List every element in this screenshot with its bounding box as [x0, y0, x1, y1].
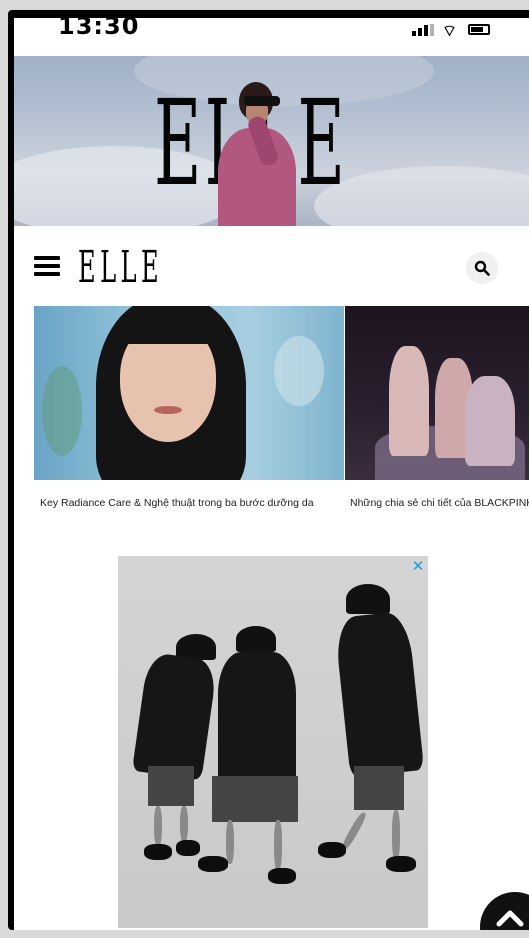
hero-model-image: [214, 76, 296, 226]
article-image-skincare[interactable]: [34, 306, 344, 480]
site-header: ELLE: [14, 240, 529, 292]
search-button[interactable]: [466, 252, 498, 284]
article-title-blackpink[interactable]: Những chia sẻ chi tiết của BLACKPINK về …: [350, 492, 529, 515]
screen: 13:30 ⌔ ELLE ELLE: [14, 18, 529, 930]
signal-icon: [412, 24, 434, 36]
search-icon: [474, 260, 490, 276]
close-icon[interactable]: ✕: [410, 558, 426, 574]
header-logo[interactable]: ELLE: [78, 246, 163, 290]
battery-icon: [468, 24, 490, 35]
scroll-to-top-button[interactable]: [480, 892, 529, 930]
advertisement[interactable]: ✕: [118, 556, 428, 928]
wifi-icon: ⌔: [442, 21, 458, 40]
article-title-skincare[interactable]: Key Radiance Care & Nghệ thuật trong ba …: [40, 492, 330, 515]
chevron-up-icon: [496, 910, 524, 927]
hero-banner[interactable]: ELLE: [14, 56, 529, 226]
article-image-blackpink[interactable]: [345, 306, 529, 480]
menu-icon[interactable]: [34, 256, 60, 276]
status-bar: 13:30 ⌔: [14, 18, 529, 40]
status-time: 13:30: [58, 18, 140, 40]
